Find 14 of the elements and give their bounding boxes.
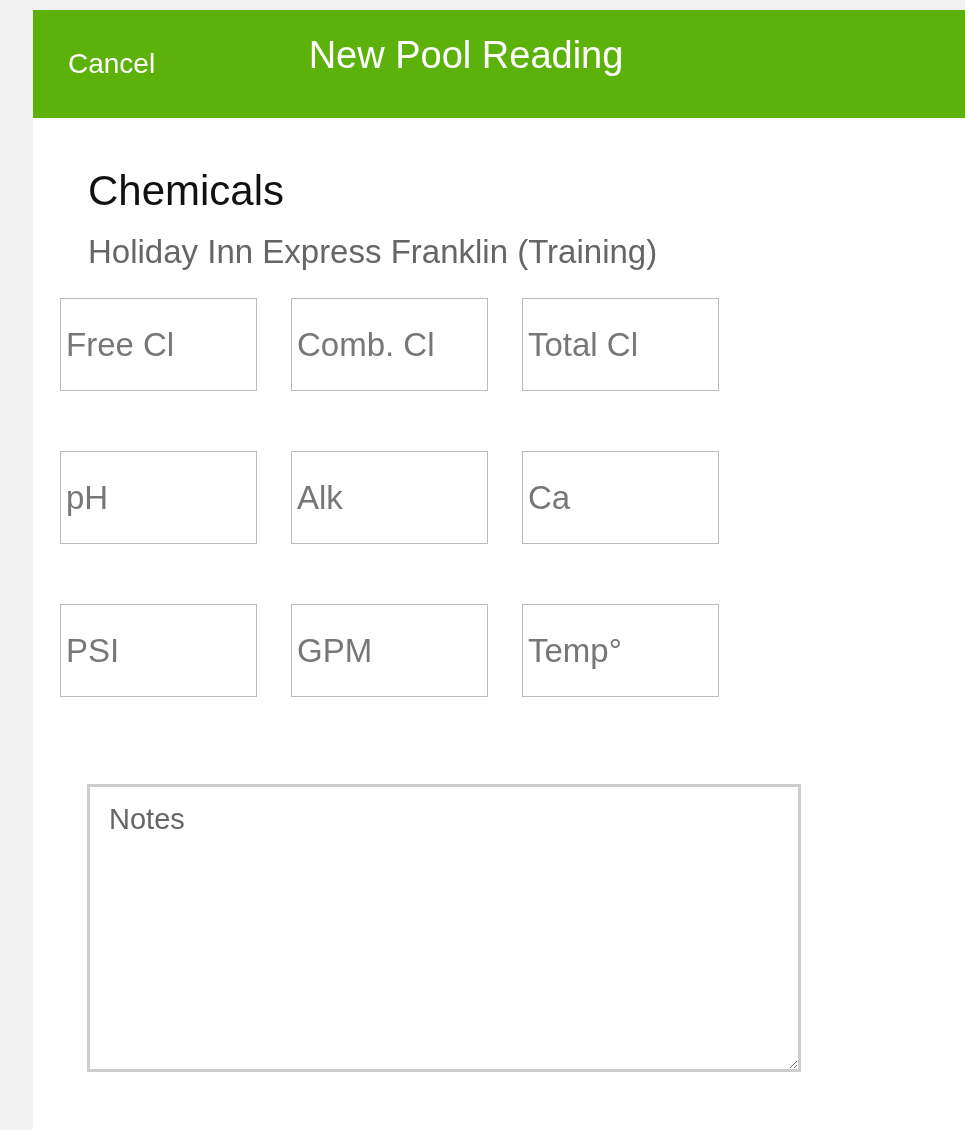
input-field[interactable]: Temp° xyxy=(522,604,719,697)
input-field[interactable]: Alk xyxy=(291,451,488,544)
input-field[interactable]: PSI xyxy=(60,604,257,697)
input-field[interactable]: GPM xyxy=(291,604,488,697)
section-title: Chemicals xyxy=(88,166,286,216)
cancel-button[interactable]: Cancel xyxy=(63,44,161,84)
input-field[interactable]: Ca xyxy=(522,451,719,544)
screen-title: New Pool Reading xyxy=(308,34,624,77)
location-name: Holiday Inn Express Franklin (Training) xyxy=(88,232,659,272)
input-field[interactable]: Free Cl xyxy=(60,298,257,391)
input-field[interactable]: Comb. Cl xyxy=(291,298,488,391)
notes-field[interactable]: Notes xyxy=(87,784,801,1072)
input-field[interactable]: pH xyxy=(60,451,257,544)
input-field[interactable]: Total Cl xyxy=(522,298,719,391)
